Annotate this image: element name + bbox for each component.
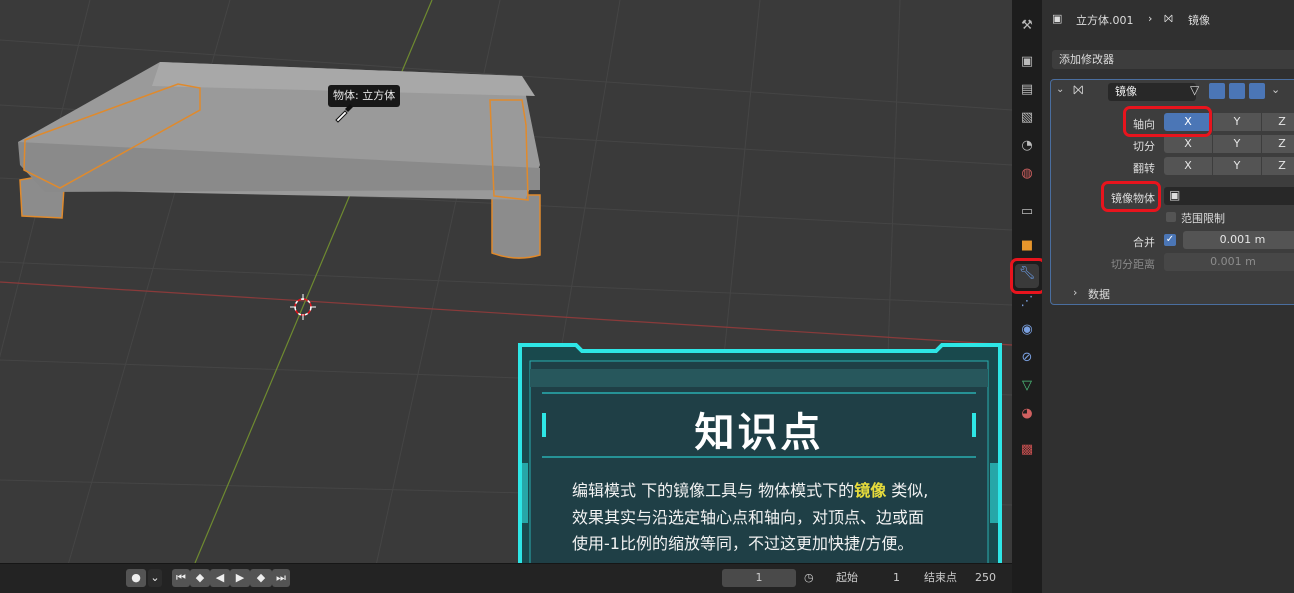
jump-end-icon[interactable]: ⏭: [272, 569, 290, 587]
viewport-display-icon[interactable]: [1229, 83, 1245, 99]
next-keyframe-icon[interactable]: ◆: [250, 569, 272, 587]
object-icon[interactable]: ■: [1017, 236, 1037, 256]
flip-label: 翻转: [1133, 162, 1155, 175]
end-frame-field[interactable]: 250: [966, 569, 996, 587]
scene-icon[interactable]: ◔: [1017, 136, 1037, 156]
properties-tab-bar: ⚒ ▣ ▤ ▧ ◔ ◍ ▭ ■ 🔧︎ ⋰ ◉ ⊘ ▽ ◕ ▩: [1010, 0, 1046, 593]
axis-highlight-box: [1123, 106, 1212, 137]
current-frame-field[interactable]: 1: [722, 569, 796, 587]
prev-keyframe-icon[interactable]: ◆: [190, 569, 210, 587]
edit-mode-icon[interactable]: ▽: [1190, 83, 1199, 97]
particles-icon[interactable]: ⋰: [1017, 292, 1037, 312]
chevron-right-icon: ›: [1148, 12, 1153, 25]
knowledge-card: 知识点 编辑模式 下的镜像工具与 物体模式下的镜像 类似, 效果其实与沿选定轴心…: [516, 343, 1002, 588]
clipping-label: 范围限制: [1181, 212, 1225, 225]
chevron-down-icon[interactable]: ⌄: [148, 569, 162, 587]
object-field-icon: ▣: [1169, 188, 1181, 202]
flip-z-toggle[interactable]: Z: [1262, 157, 1294, 175]
end-label: 结束点: [924, 571, 957, 584]
right-leg: [491, 194, 541, 259]
mirror-object-field[interactable]: ▣: [1164, 187, 1294, 205]
axis-z-toggle[interactable]: Z: [1262, 113, 1294, 131]
physics-icon[interactable]: ◉: [1017, 320, 1037, 340]
bisect-x-toggle[interactable]: X: [1164, 135, 1212, 153]
play-icon[interactable]: ▶: [230, 569, 250, 587]
merge-distance-field[interactable]: 0.001 m: [1183, 231, 1294, 249]
collapse-chevron-icon[interactable]: ⌄: [1056, 84, 1064, 95]
merge-checkbox[interactable]: ✓: [1164, 234, 1176, 246]
output-icon[interactable]: ▤: [1017, 80, 1037, 100]
x-axis-line: [0, 281, 1012, 346]
mirror-icon: ⨝: [1073, 83, 1084, 98]
axis-y-toggle[interactable]: Y: [1213, 113, 1261, 131]
flip-y-toggle[interactable]: Y: [1213, 157, 1261, 175]
material-icon[interactable]: ◕: [1017, 404, 1037, 424]
start-frame-field[interactable]: 1: [880, 569, 900, 587]
breadcrumb-modifier[interactable]: 镜像: [1188, 12, 1210, 28]
data-subpanel-label[interactable]: 数据: [1088, 286, 1110, 302]
data-subpanel-chevron-icon[interactable]: ›: [1073, 286, 1077, 299]
merge-label: 合并: [1133, 236, 1155, 249]
flip-x-toggle[interactable]: X: [1164, 157, 1212, 175]
eyedropper-cursor-icon: [335, 104, 353, 123]
bisect-y-toggle[interactable]: Y: [1213, 135, 1261, 153]
texture-icon[interactable]: ▩: [1017, 440, 1037, 460]
start-label: 起始: [836, 571, 858, 584]
card-body: 编辑模式 下的镜像工具与 物体模式下的镜像 类似, 效果其实与沿选定轴心点和轴向…: [572, 478, 962, 558]
bisect-distance-label: 切分距离: [1111, 258, 1155, 271]
mirror-modifier-small-icon: ⨝: [1164, 12, 1173, 25]
card-line-1: 编辑模式 下的镜像工具与 物体模式下的镜像 类似,: [572, 481, 929, 500]
jump-start-icon[interactable]: ⏮: [172, 569, 190, 587]
card-line-3: 使用-1比例的缩放等同，不过这更加快捷/方便。: [572, 534, 914, 553]
constraints-icon[interactable]: ⊘: [1017, 348, 1037, 368]
render-icon[interactable]: ▣: [1017, 52, 1037, 72]
tool-icon[interactable]: ⚒: [1017, 16, 1037, 36]
object-data-small-icon: ▣: [1052, 12, 1063, 25]
add-modifier-dropdown[interactable]: 添加修改器: [1052, 50, 1294, 69]
3d-viewport[interactable]: 物体: 立方体 知识点 编辑模式 下的镜像工具与 物体模式下的镜像 类似, 效果…: [0, 0, 1012, 593]
collection-icon[interactable]: ▭: [1017, 202, 1037, 222]
stopwatch-icon: ◷: [804, 571, 814, 584]
bisect-label: 切分: [1133, 140, 1155, 153]
object-data-icon[interactable]: ▽: [1017, 376, 1037, 396]
properties-editor: ▣ 立方体.001 › ⨝ 镜像 添加修改器 ⌄ ⨝ 镜像 ▽ ⌄ 轴向 X Y…: [1042, 0, 1294, 593]
dropdown-chevron-icon[interactable]: ⌄: [1271, 83, 1280, 96]
modifier-name-field[interactable]: 镜像: [1108, 83, 1196, 101]
wrench-highlight-box: [1010, 258, 1046, 294]
mirror-object-highlight-box: [1101, 181, 1161, 212]
card-title: 知识点: [694, 410, 824, 456]
card-line-2: 效果其实与沿选定轴心点和轴向，对顶点、边或面: [572, 507, 925, 527]
world-icon[interactable]: ◍: [1017, 164, 1037, 184]
keyframe-dot-button[interactable]: ●: [126, 569, 146, 587]
breadcrumb-object[interactable]: 立方体.001: [1076, 12, 1134, 28]
render-camera-icon[interactable]: [1249, 83, 1265, 99]
card-highlight: 镜像: [854, 481, 887, 500]
view-layer-icon[interactable]: ▧: [1017, 108, 1037, 128]
bisect-z-toggle[interactable]: Z: [1262, 135, 1294, 153]
play-reverse-icon[interactable]: ◀: [210, 569, 230, 587]
bisect-distance-field[interactable]: 0.001 m: [1164, 253, 1294, 271]
timeline-bar: ● ⌄ ⏮ ◆ ◀ ▶ ◆ ⏭ 1 ◷ 起始 1 结束点 250: [0, 563, 1012, 593]
on-cage-icon[interactable]: [1209, 83, 1225, 99]
clipping-checkbox[interactable]: [1166, 212, 1176, 222]
